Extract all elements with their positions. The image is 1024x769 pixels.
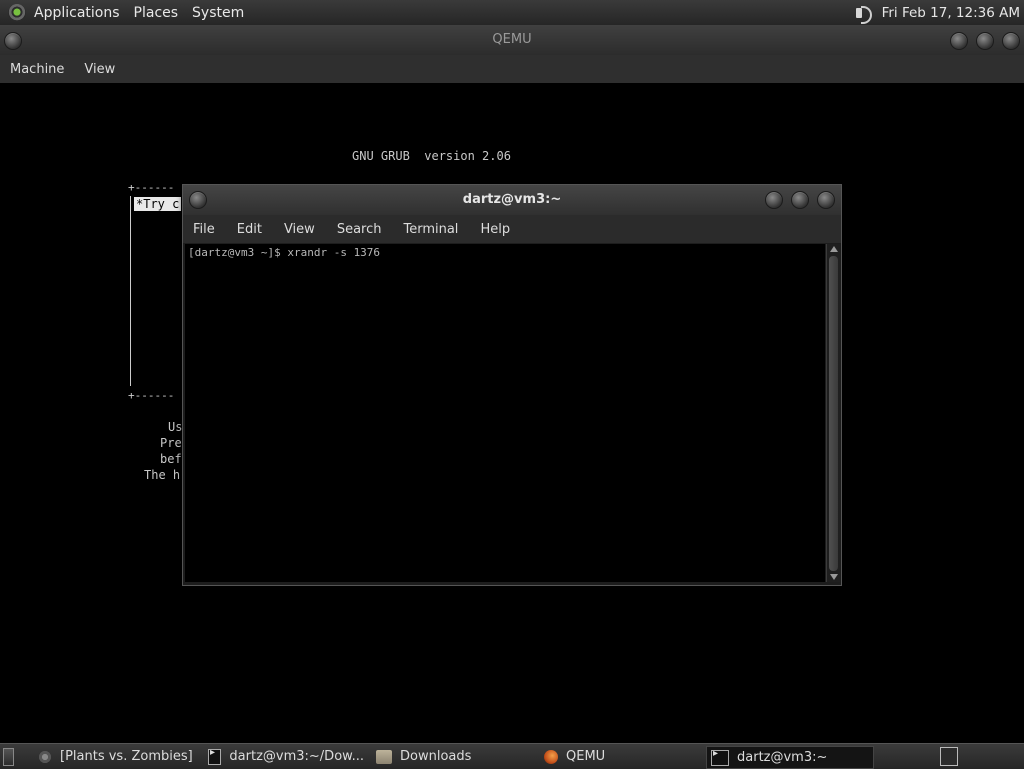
grub-help-line: Pre <box>160 436 182 450</box>
terminal-scrollbar[interactable] <box>826 244 840 582</box>
menu-machine[interactable]: Machine <box>10 62 64 77</box>
menu-file[interactable]: File <box>193 222 215 237</box>
menu-view[interactable]: View <box>284 222 315 237</box>
scrollbar-thumb[interactable] <box>829 256 838 571</box>
terminal-menubar: File Edit View Search Terminal Help <box>183 215 841 243</box>
qemu-titlebar[interactable]: QEMU <box>0 25 1024 55</box>
terminal-window[interactable]: dartz@vm3:~ File Edit View Search Termin… <box>182 184 842 586</box>
close-button[interactable] <box>1002 32 1020 50</box>
menu-system[interactable]: System <box>192 5 244 21</box>
folder-icon <box>376 749 392 764</box>
terminal-prompt-line: [dartz@vm3 ~]$ xrandr -s 1376 <box>188 246 381 259</box>
terminal-icon <box>208 747 222 765</box>
minimize-button[interactable] <box>950 32 968 50</box>
taskbar-item-qemu[interactable]: QEMU <box>540 746 700 767</box>
menu-view[interactable]: View <box>84 62 115 77</box>
top-panel: Applications Places System Fri Feb 17, 1… <box>0 0 1024 26</box>
taskbar-item-label: Downloads <box>400 749 472 764</box>
grub-menu-border-bottom: +------ <box>128 389 175 402</box>
grub-help-line: Us <box>168 420 183 434</box>
grub-selected-entry[interactable]: *Try c <box>134 197 182 211</box>
taskbar-item-label: dartz@vm3:~/Dow... <box>229 749 364 764</box>
taskbar-item-label: [Plants vs. Zombies] <box>60 749 193 764</box>
menu-edit[interactable]: Edit <box>237 222 262 237</box>
terminal-title: dartz@vm3:~ <box>462 192 562 207</box>
menu-help[interactable]: Help <box>480 222 510 237</box>
scroll-down-icon[interactable] <box>830 574 838 580</box>
minimize-button[interactable] <box>765 191 783 209</box>
maximize-button[interactable] <box>976 32 994 50</box>
terminal-icon <box>711 748 729 766</box>
qemu-window-title: QEMU <box>492 32 532 47</box>
terminal-titlebar[interactable]: dartz@vm3:~ <box>183 185 841 215</box>
menu-terminal[interactable]: Terminal <box>403 222 458 237</box>
taskbar-item-terminal-home[interactable]: dartz@vm3:~ <box>706 746 874 769</box>
grub-menu-border-top: +------ <box>128 181 175 194</box>
grub-help-line: The h <box>144 468 181 482</box>
clock[interactable]: Fri Feb 17, 12:36 AM <box>882 5 1020 21</box>
show-desktop-icon <box>3 747 14 766</box>
panel-tray: Fri Feb 17, 12:36 AM <box>852 0 1020 25</box>
qemu-menubar: Machine View <box>0 55 1024 83</box>
wine-app-icon <box>38 749 52 764</box>
close-button[interactable] <box>817 191 835 209</box>
qemu-icon <box>544 749 558 764</box>
menu-applications[interactable]: Applications <box>34 5 120 21</box>
distro-logo-icon[interactable] <box>8 3 26 22</box>
menu-places[interactable]: Places <box>134 5 179 21</box>
taskbar-item-terminal-downloads[interactable]: dartz@vm3:~/Dow... <box>204 746 364 767</box>
grub-menu-border-left <box>130 196 132 386</box>
grub-header: GNU GRUB version 2.06 <box>352 149 511 163</box>
taskbar-item-label: dartz@vm3:~ <box>737 750 828 765</box>
taskbar-item-downloads[interactable]: Downloads <box>372 746 532 767</box>
volume-icon[interactable] <box>852 4 872 24</box>
terminal-output[interactable]: [dartz@vm3 ~]$ xrandr -s 1376 <box>185 244 825 582</box>
show-desktop-button[interactable] <box>0 746 22 767</box>
trash-icon[interactable] <box>940 747 958 766</box>
menu-search[interactable]: Search <box>337 222 382 237</box>
maximize-button[interactable] <box>791 191 809 209</box>
taskbar-item-label: QEMU <box>566 749 606 764</box>
bottom-taskbar: [Plants vs. Zombies] dartz@vm3:~/Dow... … <box>0 743 1024 769</box>
grub-help-line: bef <box>160 452 182 466</box>
scroll-up-icon[interactable] <box>830 246 838 252</box>
taskbar-item-plants-vs-zombies[interactable]: [Plants vs. Zombies] <box>34 746 194 767</box>
